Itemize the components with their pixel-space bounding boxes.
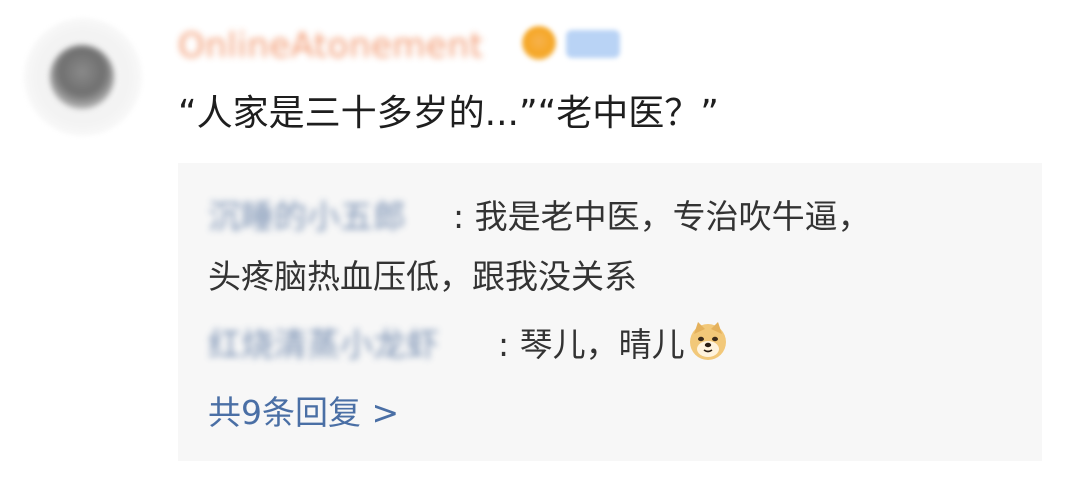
reply-body-continued: 头疼脑热血压低，跟我没关系: [208, 257, 637, 296]
level-badge-icon: [566, 30, 620, 58]
crown-badge-icon: [522, 26, 556, 60]
reply-item[interactable]: 红烧清蒸小龙虾: 琴儿，晴儿: [208, 315, 729, 375]
avatar-image: [50, 45, 114, 109]
reply-author[interactable]: 红烧清蒸小龙虾: [208, 315, 498, 375]
reply-box: 沉睡的小五郎: 我是老中医，专治吹牛逼， 头疼脑热血压低，跟我没关系 红烧清蒸小…: [178, 163, 1042, 461]
reply-author[interactable]: 沉睡的小五郎: [208, 187, 453, 247]
reply-body: : 我是老中医，专治吹牛逼，: [453, 197, 871, 236]
comment-username[interactable]: OnlineAtonement: [178, 26, 483, 66]
reply-item[interactable]: 沉睡的小五郎: 我是老中医，专治吹牛逼，: [208, 187, 871, 247]
more-replies-link[interactable]: 共9条回复 >: [208, 389, 399, 437]
reply-body: : 琴儿，晴儿: [498, 325, 685, 364]
doge-emoji-icon: [689, 322, 726, 360]
comment-text: “人家是三十多岁的...”“老中医？”: [178, 93, 719, 134]
